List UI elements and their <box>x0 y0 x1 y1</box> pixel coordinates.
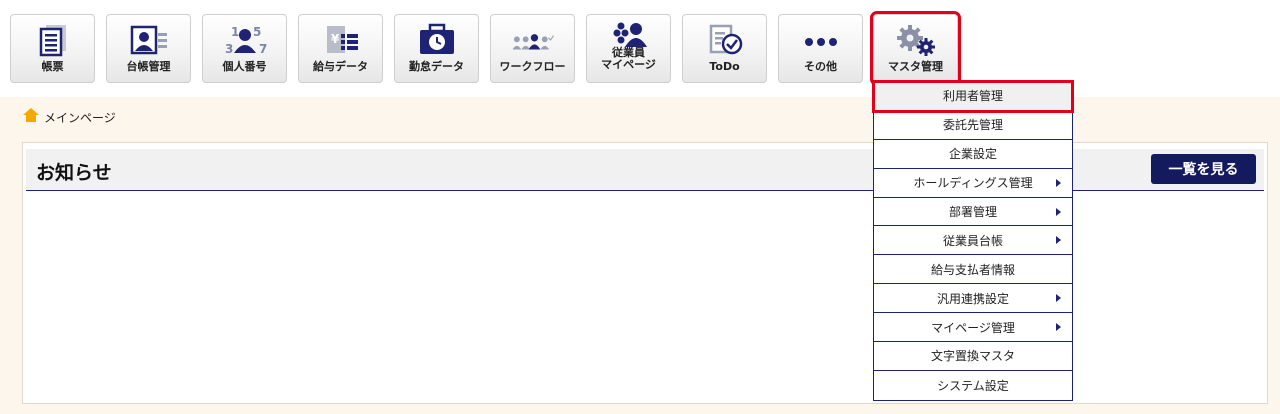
menu-item-holdings-management[interactable]: ホールディングス管理 <box>874 168 1072 198</box>
submenu-arrow-icon <box>1056 323 1061 332</box>
toolbar-button-label: ワークフロー <box>499 60 566 73</box>
svg-text:3: 3 <box>225 42 233 56</box>
toolbar-button-label: 給与データ <box>313 60 368 73</box>
svg-text:1: 1 <box>231 25 239 39</box>
menu-item-employee-ledger[interactable]: 従業員台帳 <box>874 226 1072 256</box>
submenu-arrow-icon <box>1056 178 1061 187</box>
more-dots-icon <box>799 23 843 57</box>
menu-item-label: 文字置換マスタ <box>930 349 1015 364</box>
toolbar-button-forms[interactable]: 帳票 <box>10 14 95 83</box>
yen-document-icon: ¥ <box>319 23 363 57</box>
gears-icon <box>894 23 938 57</box>
view-all-button[interactable]: 一覧を見る <box>1151 154 1256 184</box>
breadcrumb: メインページ <box>22 107 116 127</box>
toolbar-button-label: 帳票 <box>41 60 64 73</box>
toolbar-button-label: 勤怠データ <box>409 60 464 73</box>
menu-item-label: 企業設定 <box>948 147 997 162</box>
svg-text:7: 7 <box>259 42 267 56</box>
menu-item-label: 従業員台帳 <box>942 233 1003 248</box>
document-list-icon <box>31 23 75 57</box>
toolbar-button-payroll[interactable]: ¥ 給与データ <box>298 14 383 83</box>
menu-item-label: システム設定 <box>937 378 1009 393</box>
main-page-area: メインページ お知らせ 一覧を見る <box>0 97 1280 414</box>
workflow-people-icon <box>511 23 555 57</box>
menu-item-label: 給与支払者情報 <box>930 262 1015 277</box>
menu-item-company-settings[interactable]: 企業設定 <box>874 139 1072 169</box>
menu-item-label: 部署管理 <box>948 205 997 219</box>
menu-item-label: 汎用連携設定 <box>936 291 1009 306</box>
toolbar-button-label-line2: マイページ <box>601 58 656 71</box>
menu-item-payer-info[interactable]: 給与支払者情報 <box>874 255 1072 285</box>
menu-item-department-management[interactable]: 部署管理 <box>874 197 1072 227</box>
menu-item-general-integration[interactable]: 汎用連携設定 <box>874 284 1072 314</box>
menu-item-label: ホールディングス管理 <box>913 176 1033 191</box>
submenu-arrow-icon <box>1056 294 1061 303</box>
master-management-menu: 利用者管理 委託先管理 企業設定 ホールディングス管理 部署管理 従業員台帳 給… <box>872 80 1074 401</box>
main-toolbar: 帳票 台帳管理 1 5 3 7 個人番号 ¥ 給与データ 勤怠データ ワークフロ… <box>0 0 1280 95</box>
submenu-arrow-icon <box>1056 236 1061 245</box>
toolbar-button-todo[interactable]: ToDo <box>682 14 767 83</box>
toolbar-button-my-number[interactable]: 1 5 3 7 個人番号 <box>202 14 287 83</box>
menu-item-system-settings[interactable]: システム設定 <box>874 370 1072 400</box>
menu-item-char-replace-master[interactable]: 文字置換マスタ <box>874 342 1072 371</box>
clock-briefcase-icon <box>415 23 459 57</box>
my-number-icon: 1 5 3 7 <box>223 23 267 57</box>
toolbar-button-employee-mypage[interactable]: 従業員 マイページ <box>586 14 671 83</box>
toolbar-button-label: 台帳管理 <box>126 60 171 73</box>
toolbar-button-workflow[interactable]: ワークフロー <box>490 14 575 83</box>
employee-group-icon <box>607 21 651 47</box>
svg-text:¥: ¥ <box>331 32 340 46</box>
menu-item-label: 委託先管理 <box>942 118 1003 133</box>
toolbar-button-ledger[interactable]: 台帳管理 <box>106 14 191 83</box>
notice-panel-title: お知らせ <box>36 162 112 184</box>
svg-text:5: 5 <box>253 25 261 39</box>
todo-check-icon <box>703 23 747 57</box>
notice-panel: お知らせ 一覧を見る <box>22 142 1268 404</box>
toolbar-button-master-management[interactable]: マスタ管理 <box>870 11 961 86</box>
menu-item-label: 利用者管理 <box>942 89 1003 104</box>
submenu-arrow-icon <box>1056 207 1061 216</box>
toolbar-button-label: マスタ管理 <box>888 60 943 73</box>
toolbar-button-others[interactable]: その他 <box>778 14 863 83</box>
menu-item-contractor-management[interactable]: 委託先管理 <box>874 110 1072 140</box>
toolbar-button-label: 個人番号 <box>222 60 267 73</box>
menu-item-user-management[interactable]: 利用者管理 <box>872 80 1074 113</box>
notice-panel-header: お知らせ 一覧を見る <box>26 149 1264 191</box>
breadcrumb-current: メインページ <box>44 110 116 125</box>
menu-item-mypage-management[interactable]: マイページ管理 <box>874 313 1072 343</box>
toolbar-button-attendance[interactable]: 勤怠データ <box>394 14 479 83</box>
menu-item-label: マイページ管理 <box>931 320 1015 335</box>
home-icon[interactable] <box>22 107 40 127</box>
toolbar-button-label: その他 <box>804 60 837 73</box>
id-card-icon <box>127 23 171 57</box>
toolbar-button-label: ToDo <box>709 60 740 73</box>
